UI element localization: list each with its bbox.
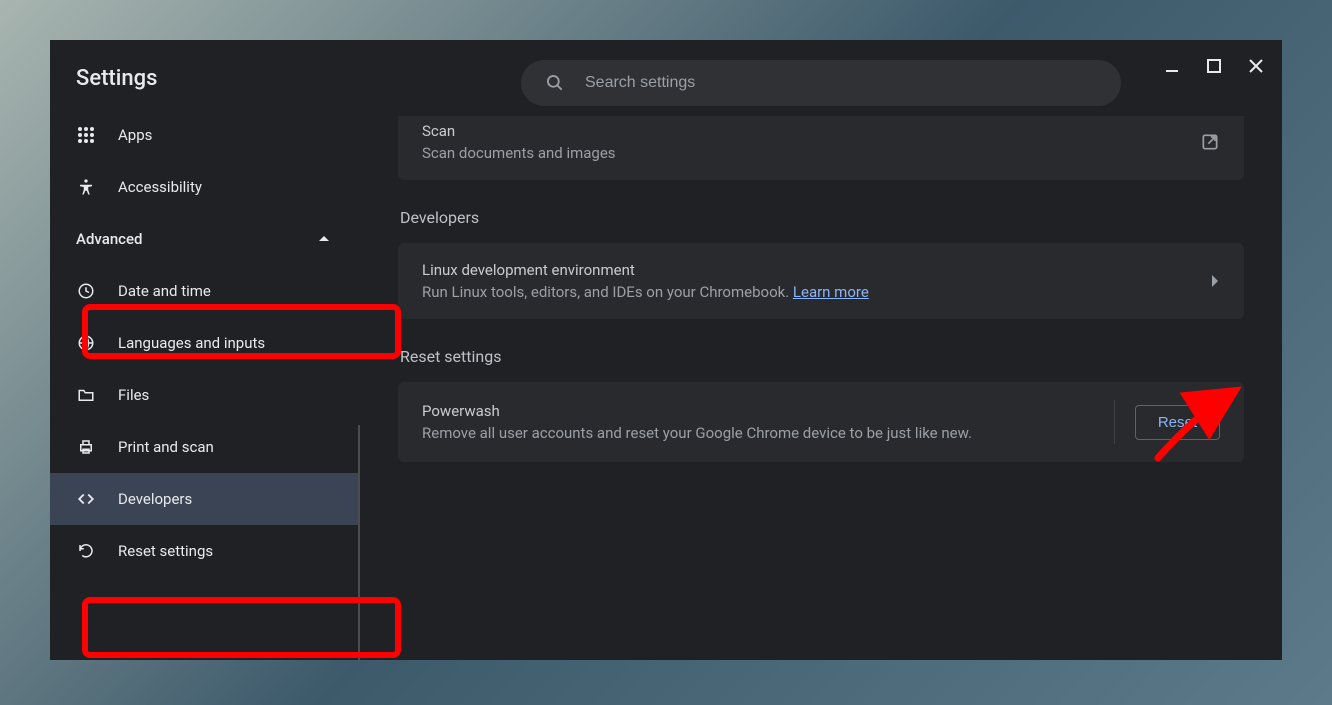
search-box[interactable]	[521, 60, 1121, 106]
linux-title: Linux development environment	[422, 261, 1190, 279]
page-title: Settings	[50, 56, 360, 109]
sidebar-item-languages[interactable]: Languages and inputs	[50, 317, 360, 369]
powerwash-card: Powerwash Remove all user accounts and r…	[398, 382, 1244, 462]
sidebar-item-reset[interactable]: Reset settings	[50, 525, 360, 577]
sidebar-item-label: Date and time	[118, 282, 211, 300]
powerwash-sub: Remove all user accounts and reset your …	[422, 424, 1094, 442]
settings-window: Settings Apps Accessibility Advanced	[50, 40, 1282, 660]
scan-title: Scan	[422, 122, 1180, 140]
folder-icon	[76, 385, 96, 405]
sidebar-item-label: Languages and inputs	[118, 334, 265, 352]
chevron-up-icon	[314, 229, 334, 249]
printer-icon	[76, 437, 96, 457]
advanced-label: Advanced	[76, 230, 142, 248]
sidebar-item-label: Apps	[118, 126, 152, 144]
scan-card[interactable]: Scan Scan documents and images	[398, 116, 1244, 180]
sidebar-item-accessibility[interactable]: Accessibility	[50, 161, 360, 213]
sidebar-item-date-time[interactable]: Date and time	[50, 265, 360, 317]
reset-header: Reset settings	[400, 347, 1244, 366]
reset-button[interactable]: Reset	[1135, 405, 1220, 440]
maximize-button[interactable]	[1196, 48, 1232, 84]
sidebar-item-label: Print and scan	[118, 438, 214, 456]
scan-sub: Scan documents and images	[422, 144, 1180, 162]
sidebar-item-apps[interactable]: Apps	[50, 109, 360, 161]
close-button[interactable]	[1238, 48, 1274, 84]
search-input[interactable]	[585, 74, 1097, 92]
sidebar-item-print-scan[interactable]: Print and scan	[50, 421, 360, 473]
search-icon	[545, 73, 565, 93]
titlebar	[1154, 48, 1274, 84]
developers-header: Developers	[400, 208, 1244, 227]
open-external-icon[interactable]	[1200, 132, 1220, 152]
sidebar-item-label: Developers	[118, 490, 192, 508]
linux-card[interactable]: Linux development environment Run Linux …	[398, 243, 1244, 319]
main-content: Scan Scan documents and images Developer…	[360, 40, 1282, 660]
divider	[1114, 400, 1115, 444]
linux-sub: Run Linux tools, editors, and IDEs on yo…	[422, 283, 1190, 301]
minimize-button[interactable]	[1154, 48, 1190, 84]
code-icon	[76, 489, 96, 509]
sidebar-item-developers[interactable]: Developers	[50, 473, 360, 525]
learn-more-link[interactable]: Learn more	[793, 283, 869, 301]
chevron-right-icon[interactable]	[1210, 274, 1220, 288]
sidebar-item-files[interactable]: Files	[50, 369, 360, 421]
sidebar: Settings Apps Accessibility Advanced	[50, 40, 360, 660]
reset-icon	[76, 541, 96, 561]
linux-sub-text: Run Linux tools, editors, and IDEs on yo…	[422, 283, 793, 301]
sidebar-advanced-header[interactable]: Advanced	[50, 213, 360, 265]
sidebar-item-label: Reset settings	[118, 542, 213, 560]
apps-icon	[76, 125, 96, 145]
sidebar-item-label: Accessibility	[118, 178, 202, 196]
accessibility-icon	[76, 177, 96, 197]
sidebar-item-label: Files	[118, 386, 149, 404]
clock-icon	[76, 281, 96, 301]
globe-icon	[76, 333, 96, 353]
powerwash-title: Powerwash	[422, 402, 1094, 420]
